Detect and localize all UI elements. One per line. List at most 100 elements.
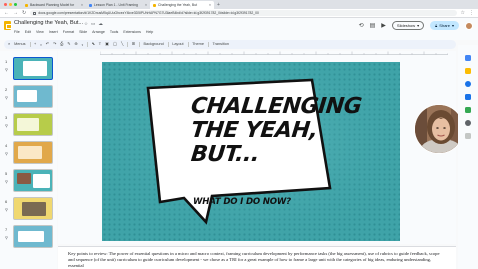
menu-insert[interactable]: Insert [49, 30, 58, 34]
slide-thumbnail[interactable] [13, 141, 53, 164]
redo-icon[interactable]: ↷ [53, 40, 56, 49]
text-block-shape [18, 231, 44, 242]
shape-icon[interactable]: ◯ [113, 40, 117, 49]
background-button[interactable]: Background [143, 40, 163, 49]
editing-toolbar: ⌕ Menus + ▾ ↶ ↷ ⎙ ✎ ⊕ ▾ ⬉ T ▣ ◯ ╲ ⊞ Back… [4, 40, 456, 49]
maps-icon[interactable] [465, 107, 471, 113]
menu-view[interactable]: View [36, 30, 44, 34]
slide-thumbnail-row[interactable]: 2 ⚲ [3, 85, 57, 113]
contacts-icon[interactable] [465, 94, 471, 100]
close-icon[interactable]: × [145, 3, 147, 7]
sidepanel-icon[interactable] [465, 120, 471, 126]
meet-icon[interactable]: ▶ [381, 22, 386, 29]
menu-tools[interactable]: Tools [110, 30, 118, 34]
slide-thumbnail[interactable] [13, 85, 53, 108]
menu-slide[interactable]: Slide [79, 30, 87, 34]
folder-icon[interactable]: ▭ [91, 21, 95, 27]
document-title[interactable]: Challenging the Yeah, But... [14, 20, 83, 26]
slide-number: 3 [5, 115, 8, 120]
text-box-icon[interactable]: T [99, 40, 101, 49]
slide-subtitle[interactable]: WHAT DO I DO NOW? [193, 197, 291, 207]
slide-thumbnail-row[interactable]: 1 ⚲ [3, 57, 57, 85]
slide-thumbnail[interactable] [13, 57, 53, 80]
slide-thumbnail-row[interactable]: 5 ⚲ [3, 169, 57, 197]
chevron-down-icon[interactable]: ▾ [40, 43, 42, 47]
text-block-shape [18, 146, 42, 159]
divider [127, 42, 128, 47]
zoom-icon[interactable]: ⊕ [74, 40, 77, 49]
close-icon[interactable]: × [81, 3, 83, 7]
reload-icon[interactable]: ↻ [22, 9, 26, 18]
menu-help[interactable]: Help [146, 30, 153, 34]
browser-tab-2[interactable]: Lesson Plan 1 - Unit Framing × [86, 1, 150, 9]
close-icon[interactable]: × [209, 3, 211, 7]
slideshow-button[interactable]: Slideshow ▾ [391, 21, 425, 30]
title-line-1: CHALLENGING [189, 94, 363, 119]
slide-filmstrip: 1 ⚲ 2 ⚲ 3 ⚲ 4 ⚲ 5 ⚲ 6 ⚲ 7 ⚲ [0, 51, 57, 269]
minimize-window-icon[interactable] [9, 3, 12, 6]
slides-logo-icon[interactable] [4, 21, 12, 30]
chevron-down-icon[interactable]: ▾ [417, 23, 419, 28]
line-icon[interactable]: ╲ [121, 40, 123, 49]
tasks-icon[interactable] [465, 81, 471, 87]
star-icon[interactable]: ☆ [84, 21, 88, 27]
chevron-down-icon[interactable]: ▾ [82, 43, 84, 47]
keep-icon[interactable] [465, 68, 471, 74]
menu-arrange[interactable]: Arrange [92, 30, 105, 34]
slide-thumbnail[interactable] [13, 169, 53, 192]
close-window-icon[interactable] [4, 3, 7, 6]
link-icon: ⚲ [5, 67, 8, 72]
layout-button[interactable]: Layout [172, 40, 183, 49]
image-icon[interactable]: ▣ [105, 40, 109, 49]
divider [138, 42, 140, 47]
maximize-window-icon[interactable] [14, 3, 17, 6]
menu-file[interactable]: File [14, 30, 20, 34]
slide-thumbnail[interactable] [13, 197, 53, 220]
star-icon[interactable]: ☆ [461, 9, 465, 18]
search-icon[interactable]: ⌕ [8, 40, 10, 49]
title-icons: ☆ ▭ ☁ [84, 21, 103, 27]
chevron-down-icon[interactable]: ▾ [452, 23, 454, 28]
history-icon[interactable]: ⟲ [359, 22, 364, 29]
insert-comment-icon[interactable]: ⊞ [132, 40, 135, 49]
back-arrow-icon[interactable]: ← [4, 9, 9, 18]
new-tab-button[interactable]: + [214, 1, 223, 9]
slide-thumbnail-row[interactable]: 7 ⚲ [3, 225, 57, 253]
paint-format-icon[interactable]: ✎ [67, 40, 70, 49]
theme-button[interactable]: Theme [192, 40, 204, 49]
speaker-notes[interactable]: Key points to review: The power of essen… [58, 246, 456, 269]
undo-icon[interactable]: ↶ [46, 40, 49, 49]
print-icon[interactable]: ⎙ [60, 40, 63, 49]
url-field[interactable]: docs.google.com/presentation/d/1K2DnusM5… [30, 10, 457, 16]
add-icon[interactable] [465, 133, 471, 139]
calendar-icon[interactable] [465, 55, 471, 61]
menu-bar: File Edit View Insert Format Slide Arran… [14, 30, 153, 34]
slide-thumbnail-row[interactable]: 3 ⚲ [3, 113, 57, 141]
transition-button[interactable]: Transition [212, 40, 229, 49]
browser-tab-3[interactable]: Challenging the Yeah, But × [150, 1, 214, 9]
menu-extensions[interactable]: Extensions [123, 30, 141, 34]
more-vert-icon[interactable]: ⋮ [469, 9, 474, 18]
cloud-icon[interactable]: ☁ [98, 21, 103, 27]
slide-thumbnail-row[interactable]: 6 ⚲ [3, 197, 57, 225]
menus-label[interactable]: Menus [14, 40, 25, 49]
slide-thumbnail[interactable] [13, 113, 53, 136]
browser-tab-1[interactable]: Backward Planning Model for × [22, 1, 86, 9]
comment-icon[interactable]: ▤ [370, 22, 376, 29]
menu-format[interactable]: Format [63, 30, 74, 34]
slide-thumbnail-row[interactable]: 4 ⚲ [3, 141, 57, 169]
slide-number: 5 [5, 171, 8, 176]
slide-title[interactable]: CHALLENGING THE YEAH, BUT... [189, 94, 363, 167]
browser-tab-bar: Backward Planning Model for × Lesson Pla… [0, 0, 478, 9]
title-line-3: BUT... [189, 142, 261, 167]
lock-icon: 🔒︎ [435, 23, 438, 28]
forward-arrow-icon[interactable]: → [13, 9, 18, 18]
select-cursor-icon[interactable]: ⬉ [92, 40, 95, 49]
share-button[interactable]: 🔒︎ Share ▾ [430, 21, 459, 30]
title-line-2: THE YEAH, [189, 118, 319, 143]
add-slide-icon[interactable]: + [34, 40, 36, 49]
avatar[interactable] [465, 21, 473, 30]
slide-thumbnail[interactable] [13, 225, 53, 248]
menu-edit[interactable]: Edit [25, 30, 31, 34]
slides-header: Challenging the Yeah, But... ☆ ▭ ☁ File … [0, 18, 478, 40]
